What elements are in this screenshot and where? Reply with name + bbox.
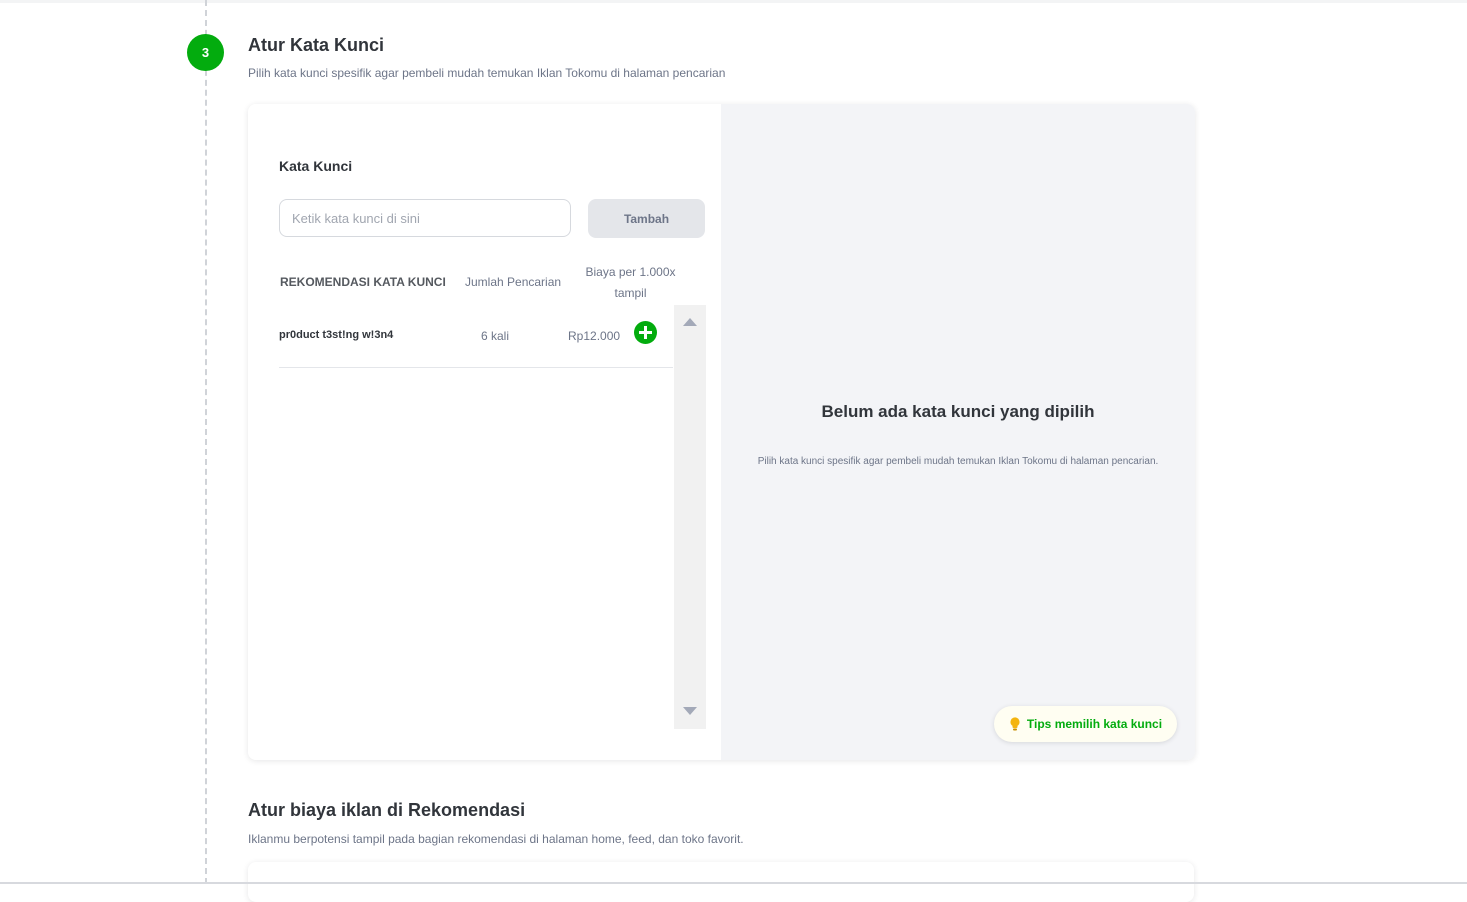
keyword-picker-pane: Kata Kunci Tambah REKOMENDASI KATA KUNCI…	[248, 104, 721, 760]
add-recommendation-button[interactable]	[634, 321, 657, 344]
plus-circle-icon	[639, 326, 652, 339]
recommendation-cost: Rp12.000	[568, 329, 621, 343]
column-header-searches: Jumlah Pencarian	[465, 275, 562, 289]
recommendation-search-count: 6 kali	[481, 329, 510, 343]
column-header-cost: Biaya per 1.000x tampil	[585, 265, 676, 300]
step-timeline	[205, 0, 207, 884]
recommendation-scrollbar[interactable]	[674, 305, 706, 729]
add-keyword-button[interactable]: Tambah	[588, 199, 705, 238]
recommendation-keyword: pr0duct t3st!ng w!3n4	[279, 329, 394, 341]
section-title: Atur Kata Kunci	[248, 35, 385, 55]
tips-button[interactable]: Tips memilih kata kunci	[994, 706, 1177, 742]
recommendation-row: pr0duct t3st!ng w!3n4 6 kali Rp12.000	[279, 304, 673, 368]
next-section-title: Atur biaya iklan di Rekomendasi	[248, 800, 526, 820]
step-number-badge: 3	[187, 34, 224, 71]
scroll-up-arrow-icon[interactable]	[683, 318, 697, 326]
lightbulb-icon	[1010, 717, 1020, 731]
empty-state-description: Pilih kata kunci spesifik agar pembeli m…	[757, 456, 1159, 467]
keyword-card: Kata Kunci Tambah REKOMENDASI KATA KUNCI…	[248, 104, 1195, 760]
top-divider	[0, 0, 1467, 3]
section-description: Pilih kata kunci spesifik agar pembeli m…	[248, 66, 726, 80]
column-header-keyword: REKOMENDASI KATA KUNCI	[280, 275, 446, 289]
keyword-field-label: Kata Kunci	[279, 158, 353, 174]
selected-keywords-pane: Belum ada kata kunci yang dipilih Pilih …	[721, 104, 1195, 760]
empty-state-title: Belum ada kata kunci yang dipilih	[821, 402, 1095, 421]
tips-label: Tips memilih kata kunci	[1026, 717, 1163, 731]
keyword-input[interactable]	[279, 199, 571, 237]
scroll-down-arrow-icon[interactable]	[683, 707, 697, 715]
next-section-description: Iklanmu berpotensi tampil pada bagian re…	[248, 832, 744, 846]
